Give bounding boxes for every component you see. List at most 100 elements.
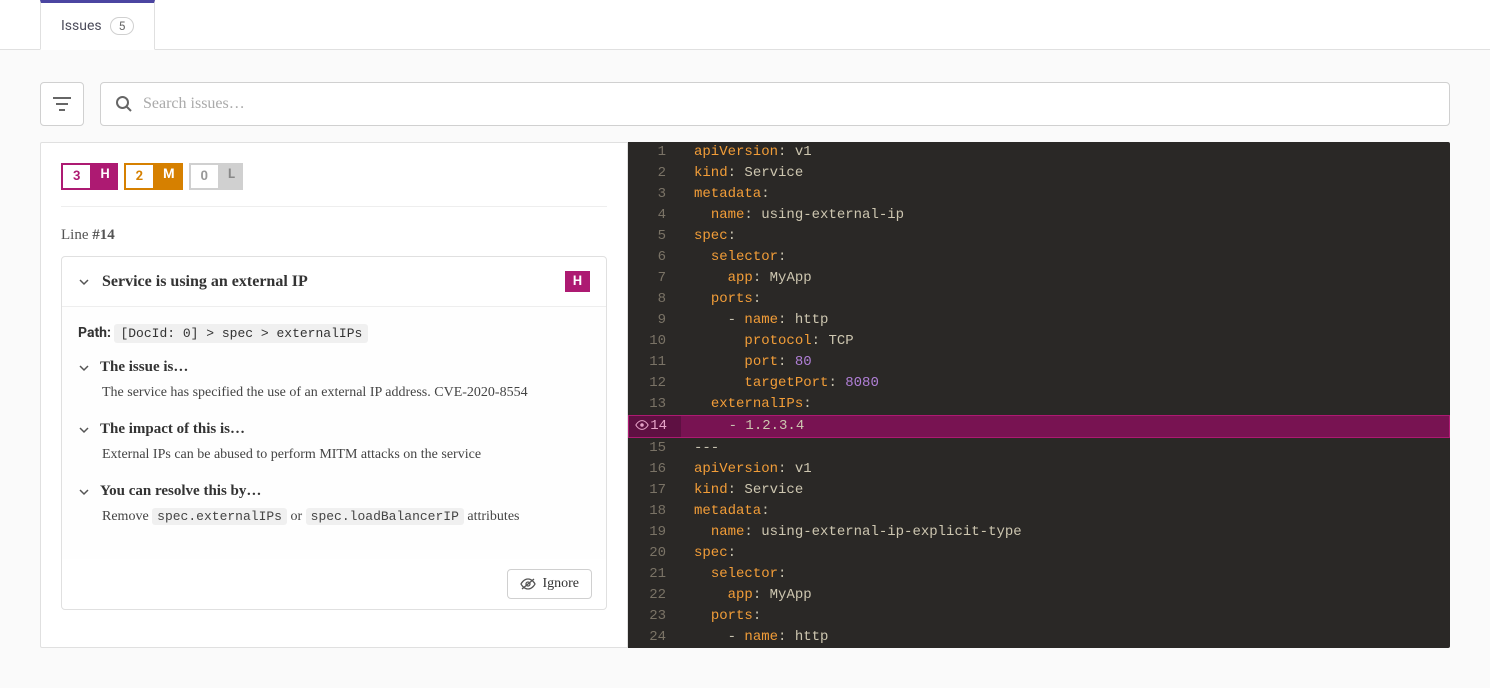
code-line[interactable]: 17kind: Service	[628, 480, 1450, 501]
code-line[interactable]: 18metadata:	[628, 501, 1450, 522]
code-line[interactable]: 19 name: using-external-ip-explicit-type	[628, 522, 1450, 543]
severity-filters: 3 H 2 M 0 L	[61, 163, 607, 207]
sort-icon	[53, 97, 71, 111]
line-number: 24	[628, 627, 680, 648]
issue-severity-badge: H	[565, 271, 590, 292]
code-content: protocol: TCP	[680, 331, 1450, 352]
line-number: 16	[628, 459, 680, 480]
severity-low-letter: L	[220, 163, 243, 190]
code-content: kind: Service	[680, 480, 1450, 501]
code-line[interactable]: 8 ports:	[628, 289, 1450, 310]
code-line[interactable]: 22 app: MyApp	[628, 585, 1450, 606]
code-content: app: MyApp	[680, 268, 1450, 289]
code-content: metadata:	[680, 184, 1450, 205]
code-line[interactable]: 6 selector:	[628, 247, 1450, 268]
section-resolve-text: Remove spec.externalIPs or spec.loadBala…	[102, 506, 590, 527]
line-number: 19	[628, 522, 680, 543]
code-content: kind: Service	[680, 163, 1450, 184]
code-line[interactable]: 16apiVersion: v1	[628, 459, 1450, 480]
search-input[interactable]	[143, 95, 1435, 113]
code-content: - 1.2.3.4	[681, 416, 1449, 437]
code-content: name: using-external-ip	[680, 205, 1450, 226]
search-field[interactable]	[100, 82, 1450, 126]
toolbar	[0, 50, 1490, 142]
code-content: targetPort: 8080	[680, 373, 1450, 394]
code-content: - name: http	[680, 627, 1450, 648]
code-content: port: 80	[680, 352, 1450, 373]
ignore-button[interactable]: Ignore	[507, 569, 592, 599]
code-line[interactable]: 9 - name: http	[628, 310, 1450, 331]
code-content: spec:	[680, 543, 1450, 564]
line-number: 9	[628, 310, 680, 331]
code-content: ports:	[680, 606, 1450, 627]
code-line[interactable]: 7 app: MyApp	[628, 268, 1450, 289]
issue-header[interactable]: Service is using an external IP H	[62, 257, 606, 307]
section-issue-header[interactable]: The issue is…	[78, 359, 590, 376]
issue-path: Path: [DocId: 0] > spec > externalIPs	[78, 325, 590, 341]
tabs-bar: Issues 5	[0, 0, 1490, 50]
code-content: selector:	[680, 247, 1450, 268]
issues-panel: 3 H 2 M 0 L Line #14 Service is using an…	[40, 142, 628, 648]
line-number: 4	[628, 205, 680, 226]
severity-medium[interactable]: 2 M	[124, 163, 183, 190]
section-impact-text: External IPs can be abused to perform MI…	[102, 444, 590, 465]
line-number: 7	[628, 268, 680, 289]
code-line[interactable]: 20spec:	[628, 543, 1450, 564]
chevron-down-icon	[78, 424, 90, 436]
code-line[interactable]: 13 externalIPs:	[628, 394, 1450, 415]
code-line[interactable]: 1apiVersion: v1	[628, 142, 1450, 163]
code-content: ports:	[680, 289, 1450, 310]
issue-footer: Ignore	[62, 559, 606, 609]
line-number: 17	[628, 480, 680, 501]
code-line[interactable]: 10 protocol: TCP	[628, 331, 1450, 352]
code-content: app: MyApp	[680, 585, 1450, 606]
issue-title: Service is using an external IP	[102, 273, 565, 291]
line-number: 12	[628, 373, 680, 394]
code-content: externalIPs:	[680, 394, 1450, 415]
tab-label: Issues	[61, 18, 102, 34]
severity-medium-letter: M	[155, 163, 182, 190]
line-number: 13	[628, 394, 680, 415]
code-line[interactable]: 5spec:	[628, 226, 1450, 247]
line-number: 6	[628, 247, 680, 268]
line-number: 11	[628, 352, 680, 373]
code-content: name: using-external-ip-explicit-type	[680, 522, 1450, 543]
code-content: ---	[680, 438, 1450, 459]
line-number: 21	[628, 564, 680, 585]
code-line[interactable]: 15---	[628, 438, 1450, 459]
severity-low[interactable]: 0 L	[189, 163, 244, 190]
sort-button[interactable]	[40, 82, 84, 126]
severity-medium-count: 2	[124, 163, 155, 190]
severity-high[interactable]: 3 H	[61, 163, 118, 190]
section-issue-text: The service has specified the use of an …	[102, 382, 590, 403]
severity-low-count: 0	[189, 163, 220, 190]
section-resolve: You can resolve this by… Remove spec.ext…	[78, 483, 590, 527]
code-content: selector:	[680, 564, 1450, 585]
line-number: 14	[629, 416, 681, 437]
code-content: apiVersion: v1	[680, 142, 1450, 163]
code-line[interactable]: 21 selector:	[628, 564, 1450, 585]
code-line[interactable]: 4 name: using-external-ip	[628, 205, 1450, 226]
issue-body: Path: [DocId: 0] > spec > externalIPs Th…	[62, 307, 606, 559]
code-line[interactable]: 12 targetPort: 8080	[628, 373, 1450, 394]
code-line[interactable]: 11 port: 80	[628, 352, 1450, 373]
line-number: 22	[628, 585, 680, 606]
line-number: 23	[628, 606, 680, 627]
section-impact-header[interactable]: The impact of this is…	[78, 421, 590, 438]
code-content: spec:	[680, 226, 1450, 247]
code-line[interactable]: 3metadata:	[628, 184, 1450, 205]
path-code: [DocId: 0] > spec > externalIPs	[114, 324, 368, 343]
line-reference: Line #14	[61, 227, 607, 244]
section-resolve-header[interactable]: You can resolve this by…	[78, 483, 590, 500]
tab-issues[interactable]: Issues 5	[40, 0, 155, 50]
severity-high-letter: H	[92, 163, 117, 190]
code-line[interactable]: 23 ports:	[628, 606, 1450, 627]
code-line[interactable]: 14 - 1.2.3.4	[628, 415, 1450, 438]
section-impact: The impact of this is… External IPs can …	[78, 421, 590, 465]
search-icon	[115, 95, 133, 113]
line-number: 3	[628, 184, 680, 205]
line-number: 20	[628, 543, 680, 564]
code-line[interactable]: 2kind: Service	[628, 163, 1450, 184]
severity-high-count: 3	[61, 163, 92, 190]
code-line[interactable]: 24 - name: http	[628, 627, 1450, 648]
